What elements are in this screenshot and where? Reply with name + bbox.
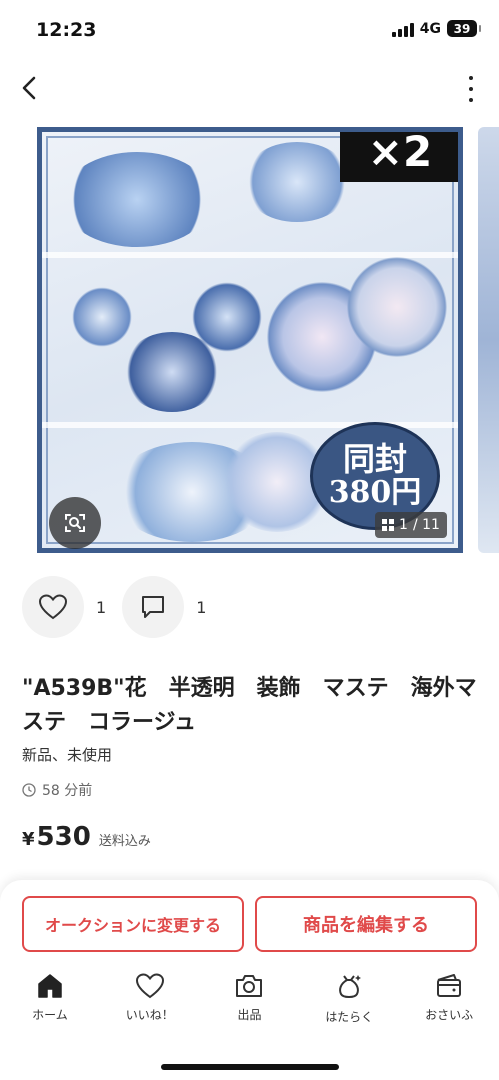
tab-wallet[interactable]: おさいふ (399, 972, 499, 1032)
zoom-button[interactable] (49, 497, 101, 549)
bottom-action-sheet: オークションに変更する 商品を編集する ホーム いいね！ 出品 はたらく おさい… (0, 880, 499, 1080)
comment-button[interactable] (122, 576, 185, 638)
tab-label: いいね！ (125, 1008, 174, 1022)
posted-time: 58 分前 (22, 780, 92, 800)
grid-icon (382, 519, 395, 531)
heart-icon (38, 594, 68, 620)
flower-art (72, 287, 132, 347)
page-current: 1 (399, 517, 408, 533)
comment-count: 1 (196, 597, 207, 617)
page-total: / 11 (412, 517, 440, 533)
tab-label: 出品 (237, 1008, 262, 1022)
zoom-scan-icon (65, 514, 85, 532)
product-image[interactable]: ×2 同封 380円 (37, 127, 463, 553)
status-indicators: 4G 39 (391, 20, 481, 37)
battery-level: 39 (453, 21, 471, 36)
back-button[interactable] (14, 72, 44, 104)
more-dot (469, 76, 473, 80)
home-icon (38, 974, 62, 998)
tab-label: ホーム (32, 1008, 68, 1022)
bundle-price: 380円 (328, 475, 422, 511)
shipping-label: 送料込み (98, 834, 151, 849)
flower-art (62, 152, 212, 247)
like-count: 1 (96, 597, 107, 617)
bag-icon (339, 975, 362, 998)
quantity-badge: ×2 (340, 132, 458, 182)
more-options-button[interactable] (465, 76, 477, 102)
tab-label: はたらく (325, 1010, 374, 1024)
heart-icon (135, 973, 164, 999)
posted-time-text: 58 分前 (42, 783, 93, 799)
bundle-label: 同封 (342, 440, 407, 479)
home-indicator (161, 1064, 339, 1070)
page-counter: 1 / 11 (375, 512, 447, 538)
status-time: 12:23 (36, 19, 97, 41)
like-button[interactable] (22, 576, 84, 638)
status-bar: 12:23 4G 39 (0, 0, 499, 62)
price: 530 (36, 822, 91, 852)
flower-art (347, 257, 447, 357)
edit-item-button[interactable]: 商品を編集する (255, 896, 477, 952)
product-title: "A539B"花 半透明 装飾 マステ 海外マステ コラージュ (22, 676, 477, 735)
next-image-preview[interactable] (478, 127, 499, 553)
social-actions: 1 1 (22, 576, 222, 638)
chevron-left-icon (22, 76, 36, 100)
more-dot (469, 87, 473, 91)
tab-label: おさいふ (425, 1008, 474, 1022)
flower-art (242, 142, 352, 222)
currency-symbol: ¥ (22, 829, 35, 850)
network-type: 4G (419, 20, 441, 37)
tab-likes[interactable]: いいね！ (100, 972, 200, 1032)
tab-bar: ホーム いいね！ 出品 はたらく おさいふ (0, 972, 499, 1032)
image-carousel[interactable]: ×2 同封 380円 1 / 11 (0, 127, 499, 553)
tab-sell[interactable]: 出品 (200, 972, 300, 1032)
wallet-icon (437, 974, 462, 997)
comment-icon (142, 596, 165, 618)
clock-icon (22, 783, 36, 797)
tab-home[interactable]: ホーム (0, 972, 100, 1032)
more-dot (469, 98, 473, 102)
signal-icon (391, 21, 414, 37)
price-row: ¥ 530 送料込み (22, 822, 151, 852)
change-to-auction-button[interactable]: オークションに変更する (22, 896, 244, 952)
battery-icon: 39 (447, 20, 481, 37)
tab-work[interactable]: はたらく (299, 972, 399, 1032)
flower-art (122, 332, 222, 412)
product-condition: 新品、未使用 (22, 746, 113, 764)
camera-icon (236, 975, 263, 997)
